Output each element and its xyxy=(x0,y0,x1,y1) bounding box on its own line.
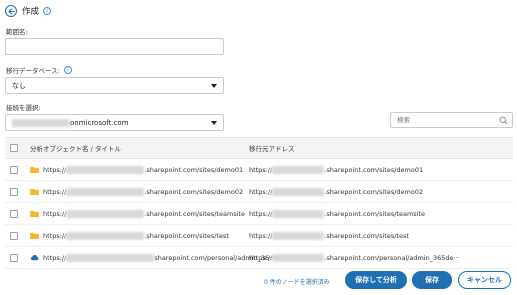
scope-name-label: 範囲名: xyxy=(6,26,28,36)
row-name-prefix: https:// xyxy=(43,165,67,174)
redacted-tenant xyxy=(66,231,145,240)
row-name-suffix: .sharepoint.com/sites/demo01 xyxy=(144,165,244,174)
row-source-suffix: .sharepoint.com/sites/teamsite xyxy=(324,209,426,218)
row-name-prefix: https:// xyxy=(43,187,67,196)
column-header-name[interactable]: 分析オブジェクト名 / タイトル xyxy=(30,143,121,153)
connection-value: onmicrosoft.com xyxy=(70,118,129,127)
row-checkbox[interactable] xyxy=(10,253,18,262)
select-all-checkbox[interactable] xyxy=(10,144,18,152)
row-name-prefix: https:// xyxy=(43,231,67,240)
row-name-prefix: https:// xyxy=(43,253,67,262)
redacted-tenant xyxy=(12,118,70,127)
cancel-button[interactable]: キャンセル xyxy=(458,271,511,289)
table-row[interactable]: https:// .sharepoint.com/sites/demo02 ht… xyxy=(5,181,513,203)
row-source-prefix: https:// xyxy=(249,231,273,240)
table-row[interactable]: https:// .sharepoint.com/sites/demo01 ht… xyxy=(5,159,513,181)
arrow-left-icon xyxy=(7,7,15,15)
row-checkbox[interactable] xyxy=(10,209,18,218)
table-row[interactable]: https:// sharepoint.com/personal/admin_3… xyxy=(5,247,513,269)
row-checkbox[interactable] xyxy=(10,165,18,174)
redacted-tenant xyxy=(66,165,145,174)
folder-icon xyxy=(30,166,39,173)
search-icon[interactable] xyxy=(499,116,508,125)
row-source-prefix: https:// xyxy=(249,165,273,174)
column-header-source[interactable]: 移行元アドレス xyxy=(249,143,295,153)
info-icon[interactable]: i xyxy=(43,7,52,15)
row-name-prefix: https:// xyxy=(43,209,67,218)
connection-label-text: 接続を選択: xyxy=(6,104,41,112)
row-name-suffix: .sharepoint.com/sites/test xyxy=(144,231,229,240)
row-checkbox[interactable] xyxy=(10,187,18,196)
folder-icon xyxy=(30,188,39,195)
redacted-tenant xyxy=(66,187,145,196)
folder-icon xyxy=(30,232,39,239)
row-name-suffix: .sharepoint.com/sites/teamsite xyxy=(144,209,246,218)
row-name-suffix: .sharepoint.com/sites/demo02 xyxy=(144,187,244,196)
migration-db-label: 移行データベース: i xyxy=(6,65,72,75)
search-input[interactable] xyxy=(397,116,497,124)
row-source-suffix: .sharepoint.com/sites/test xyxy=(324,231,409,240)
migration-db-select[interactable]: なし xyxy=(5,77,224,94)
redacted-tenant xyxy=(272,253,325,262)
selection-status: 0 件のノードを選択済み xyxy=(264,279,330,286)
redacted-tenant xyxy=(272,187,325,196)
migration-db-label-text: 移行データベース: xyxy=(6,67,60,75)
row-source: https:// .sharepoint.com/sites/demo01 xyxy=(249,165,424,174)
table-row[interactable]: https:// .sharepoint.com/sites/teamsite … xyxy=(5,203,513,225)
row-source: https:// .sharepoint.com/sites/test xyxy=(249,231,409,240)
chevron-down-icon xyxy=(211,84,217,88)
table-row[interactable]: https:// .sharepoint.com/sites/test http… xyxy=(5,225,513,247)
search-box[interactable] xyxy=(390,112,513,128)
redacted-tenant xyxy=(272,231,325,240)
row-source-prefix: https:// xyxy=(249,209,273,218)
page-header: 作成 i xyxy=(5,4,52,18)
row-source-suffix: .sharepoint.com/sites/demo02 xyxy=(324,187,424,196)
chevron-down-icon xyxy=(211,121,217,125)
migration-db-value: なし xyxy=(12,81,26,90)
back-button[interactable] xyxy=(5,5,17,17)
redacted-tenant xyxy=(272,165,325,174)
row-source-prefix: https:// xyxy=(249,253,273,262)
cloud-icon xyxy=(30,254,39,261)
row-source: https:// .sharepoint.com/personal/admin_… xyxy=(249,253,460,262)
save-and-analyze-button[interactable]: 保存して分析 xyxy=(345,271,407,289)
scope-name-input[interactable] xyxy=(5,38,224,55)
row-name: https:// .sharepoint.com/sites/demo01 xyxy=(30,165,244,174)
redacted-tenant xyxy=(272,209,325,218)
info-icon[interactable]: i xyxy=(63,66,72,74)
row-name: https:// .sharepoint.com/sites/test xyxy=(30,231,229,240)
row-checkbox[interactable] xyxy=(10,231,18,240)
folder-icon xyxy=(30,210,39,217)
connection-label: 接続を選択: xyxy=(6,102,41,112)
redacted-tenant xyxy=(66,253,155,262)
page-title: 作成 xyxy=(22,7,40,17)
table-header: 分析オブジェクト名 / タイトル 移行元アドレス xyxy=(5,138,513,159)
row-source-prefix: https:// xyxy=(249,187,273,196)
row-source-suffix: .sharepoint.com/sites/demo01 xyxy=(324,165,424,174)
row-name: https:// sharepoint.com/personal/admin_3… xyxy=(30,253,275,262)
scope-name-label-text: 範囲名: xyxy=(6,28,28,36)
save-button[interactable]: 保存 xyxy=(412,271,452,289)
row-name: https:// .sharepoint.com/sites/teamsite xyxy=(30,209,246,218)
objects-table: 分析オブジェクト名 / タイトル 移行元アドレス https:// .share… xyxy=(5,137,513,269)
connection-select[interactable]: onmicrosoft.com xyxy=(5,114,224,131)
row-source: https:// .sharepoint.com/sites/demo02 xyxy=(249,187,424,196)
redacted-tenant xyxy=(66,209,145,218)
row-source: https:// .sharepoint.com/sites/teamsite xyxy=(249,209,426,218)
row-source-suffix: .sharepoint.com/personal/admin_365de··· xyxy=(324,253,460,262)
row-name: https:// .sharepoint.com/sites/demo02 xyxy=(30,187,244,196)
